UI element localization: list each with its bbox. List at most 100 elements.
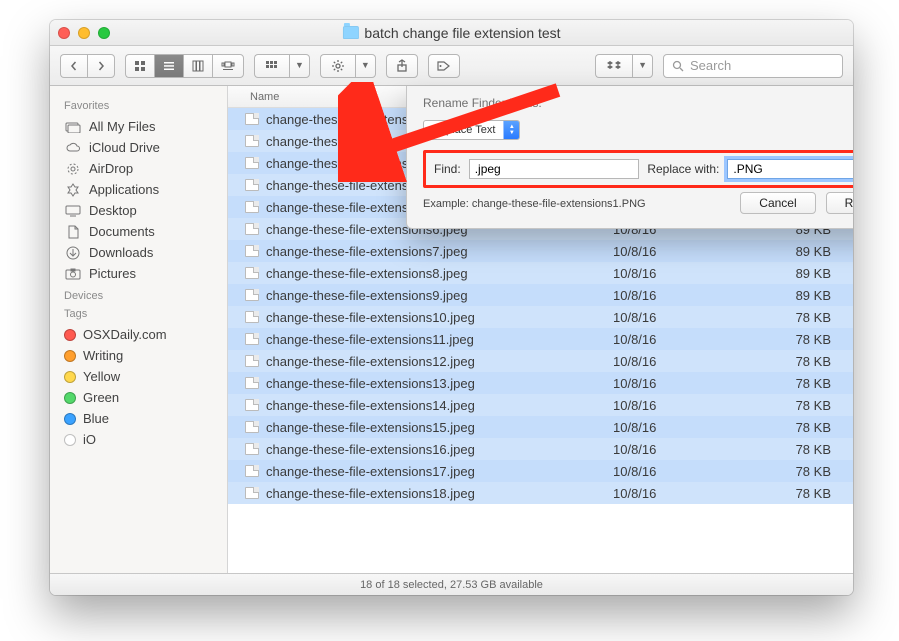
window-title: batch change file extension test [342, 25, 560, 41]
forward-button[interactable] [87, 54, 115, 78]
file-icon [242, 421, 262, 433]
sidebar-tag-blue[interactable]: Blue [60, 408, 227, 429]
table-row[interactable]: change-these-file-extensions11.jpeg10/8/… [228, 328, 853, 350]
tag-dot-icon [64, 329, 76, 341]
sidebar-item-label: Downloads [89, 245, 153, 260]
coverflow-view-button[interactable] [212, 54, 244, 78]
sidebar-item-label: iO [83, 432, 96, 447]
file-size: 78 KB [763, 310, 853, 325]
sidebar-item-desktop[interactable]: Desktop [60, 200, 227, 221]
file-icon [242, 267, 262, 279]
table-row[interactable]: change-these-file-extensions16.jpeg10/8/… [228, 438, 853, 460]
column-view-button[interactable] [183, 54, 212, 78]
file-icon [242, 311, 262, 323]
sidebar-item-label: iCloud Drive [89, 140, 160, 155]
file-icon [242, 289, 262, 301]
table-row[interactable]: change-these-file-extensions14.jpeg10/8/… [228, 394, 853, 416]
chevron-down-icon: ▼ [295, 61, 304, 70]
dropbox-icon [606, 60, 622, 72]
table-row[interactable]: change-these-file-extensions17.jpeg10/8/… [228, 460, 853, 482]
sidebar-tag-osxdaily[interactable]: OSXDaily.com [60, 324, 227, 345]
sidebar-item-label: OSXDaily.com [83, 327, 167, 342]
zoom-button[interactable] [98, 27, 110, 39]
airdrop-icon [64, 162, 82, 176]
sidebar-heading-devices: Devices [64, 290, 227, 302]
file-size: 78 KB [763, 464, 853, 479]
file-size: 89 KB [763, 266, 853, 281]
file-size: 78 KB [763, 442, 853, 457]
table-row[interactable]: change-these-file-extensions18.jpeg10/8/… [228, 482, 853, 504]
file-size: 78 KB [763, 420, 853, 435]
close-button[interactable] [58, 27, 70, 39]
coverflow-icon [221, 60, 235, 72]
rename-button[interactable]: Rename [826, 192, 853, 214]
file-date: 10/8/16 [613, 486, 763, 501]
action-menu-button[interactable]: ▼ [355, 54, 376, 78]
table-row[interactable]: change-these-file-extensions7.jpeg10/8/1… [228, 240, 853, 262]
sidebar-tag-writing[interactable]: Writing [60, 345, 227, 366]
sidebar-tag-green[interactable]: Green [60, 387, 227, 408]
search-field[interactable]: Search [663, 54, 843, 78]
back-button[interactable] [60, 54, 87, 78]
file-icon [242, 157, 262, 169]
tags-button[interactable] [428, 54, 460, 78]
find-input[interactable] [469, 159, 640, 179]
dropbox-segment: ▼ [595, 54, 653, 78]
table-row[interactable]: change-these-file-extensions9.jpeg10/8/1… [228, 284, 853, 306]
table-row[interactable]: change-these-file-extensions10.jpeg10/8/… [228, 306, 853, 328]
action-button[interactable] [320, 54, 355, 78]
sidebar-item-label: AirDrop [89, 161, 133, 176]
columns-icon [192, 60, 204, 72]
finder-window: batch change file extension test [50, 20, 853, 595]
file-name: change-these-file-extensions12.jpeg [262, 354, 613, 369]
sidebar-item-icloud-drive[interactable]: iCloud Drive [60, 137, 227, 158]
arrange-button[interactable] [254, 54, 289, 78]
find-label: Find: [434, 162, 461, 176]
file-date: 10/8/16 [613, 288, 763, 303]
rename-sheet: Rename Finder Items: Replace Text ▲▼ Fin… [406, 86, 853, 229]
dropbox-menu-button[interactable]: ▼ [632, 54, 653, 78]
file-name: change-these-file-extensions14.jpeg [262, 398, 613, 413]
file-date: 10/8/16 [613, 376, 763, 391]
sidebar-item-label: Applications [89, 182, 159, 197]
sidebar-item-pictures[interactable]: Pictures [60, 263, 227, 284]
documents-icon [64, 225, 82, 239]
replace-input[interactable] [727, 159, 853, 179]
sidebar-item-applications[interactable]: Applications [60, 179, 227, 200]
list-view-button[interactable] [154, 54, 183, 78]
applications-icon [64, 183, 82, 197]
table-row[interactable]: change-these-file-extensions8.jpeg10/8/1… [228, 262, 853, 284]
share-button[interactable] [386, 54, 418, 78]
sidebar-item-label: Pictures [89, 266, 136, 281]
folder-icon [342, 26, 358, 39]
file-icon [242, 135, 262, 147]
sidebar-heading-tags: Tags [64, 308, 227, 320]
arrange-segment: ▼ [254, 54, 310, 78]
table-row[interactable]: change-these-file-extensions15.jpeg10/8/… [228, 416, 853, 438]
icon-view-button[interactable] [125, 54, 154, 78]
file-name: change-these-file-extensions13.jpeg [262, 376, 613, 391]
file-size: 89 KB [763, 244, 853, 259]
all-my-files-icon [64, 120, 82, 134]
sidebar-item-downloads[interactable]: Downloads [60, 242, 227, 263]
minimize-button[interactable] [78, 27, 90, 39]
action-segment: ▼ [320, 54, 376, 78]
sidebar-item-documents[interactable]: Documents [60, 221, 227, 242]
rename-mode-popup[interactable]: Replace Text ▲▼ [423, 120, 520, 140]
table-row[interactable]: change-these-file-extensions13.jpeg10/8/… [228, 372, 853, 394]
arrange-menu-button[interactable]: ▼ [289, 54, 310, 78]
table-row[interactable]: change-these-file-extensions12.jpeg10/8/… [228, 350, 853, 372]
file-size: 89 KB [763, 288, 853, 303]
file-size: 78 KB [763, 376, 853, 391]
dropbox-button[interactable] [595, 54, 632, 78]
sidebar-tag-io[interactable]: iO [60, 429, 227, 450]
file-date: 10/8/16 [613, 464, 763, 479]
sidebar-item-airdrop[interactable]: AirDrop [60, 158, 227, 179]
cancel-button[interactable]: Cancel [740, 192, 815, 214]
file-icon [242, 377, 262, 389]
sidebar-item-all-my-files[interactable]: All My Files [60, 116, 227, 137]
sidebar-tag-yellow[interactable]: Yellow [60, 366, 227, 387]
file-name: change-these-file-extensions18.jpeg [262, 486, 613, 501]
file-date: 10/8/16 [613, 244, 763, 259]
titlebar: batch change file extension test [50, 20, 853, 46]
